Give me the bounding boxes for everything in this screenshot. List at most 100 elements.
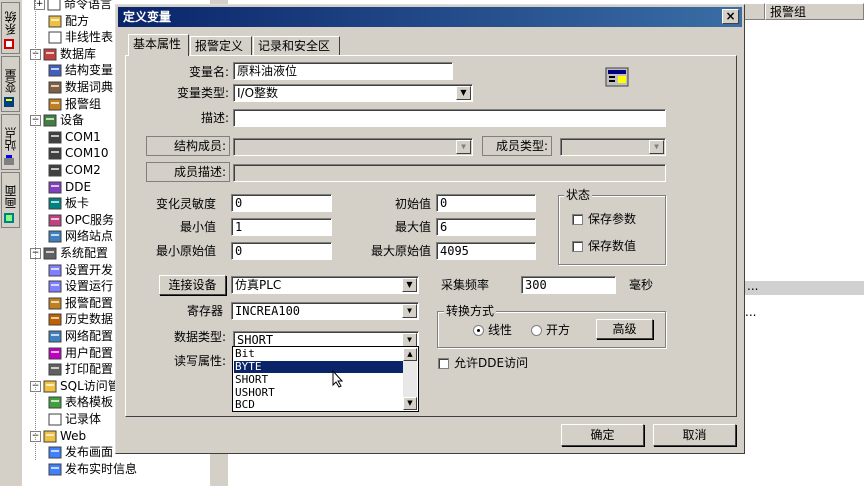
scroll-down-icon[interactable]: ▼ — [403, 397, 417, 410]
tree-item[interactable]: COM2 — [48, 162, 101, 179]
var-type-label: 变量类型: — [176, 86, 229, 100]
tab-alarm-definition[interactable]: 报警定义 — [190, 36, 252, 55]
struct-icon — [48, 64, 62, 77]
vtab-variable[interactable]: 变量 — [1, 56, 20, 112]
initial-value-input[interactable]: 0 — [436, 194, 536, 212]
tree-item[interactable]: 历史数据 — [48, 311, 113, 328]
dropdown-option[interactable]: USHORT — [234, 387, 405, 399]
tree-item[interactable]: 报警配置 — [48, 295, 113, 312]
initial-value-label: 初始值 — [394, 197, 431, 211]
sensitivity-input[interactable]: 0 — [231, 194, 332, 212]
min-value-input[interactable]: 1 — [231, 218, 332, 236]
dropdown-scrollbar[interactable]: ▲ ▼ — [403, 348, 417, 410]
tree-item[interactable]: 板卡 — [48, 195, 89, 212]
state-group-title: 状态 — [564, 188, 593, 202]
save-param-label: 保存参数 — [588, 212, 637, 226]
register-select[interactable]: INCREA100 ▼ — [231, 302, 419, 320]
web-icon — [48, 463, 62, 476]
tree-item[interactable]: 设置运行 — [48, 278, 113, 295]
ok-button[interactable]: 确定 — [561, 424, 644, 446]
system-icon — [4, 38, 17, 50]
chevron-down-icon[interactable]: ▼ — [456, 140, 471, 154]
save-value-checkbox[interactable] — [572, 241, 583, 252]
data-type-dropdown-list[interactable]: Bit BYTE SHORT USHORT BCD ▲ ▼ — [232, 346, 419, 412]
tree-item[interactable]: − 设备 — [30, 112, 84, 129]
tree-item[interactable]: 非线性表 — [48, 29, 113, 46]
tree-item[interactable]: − 数据库 — [30, 46, 96, 63]
max-value-input[interactable]: 6 — [436, 218, 536, 236]
tree-item-label: COM1 — [65, 129, 101, 144]
rw-attribute-label: 读写属性: — [173, 354, 226, 368]
tree-item[interactable]: DDE — [48, 179, 91, 196]
vtab-system[interactable]: 系统 — [1, 2, 20, 54]
min-raw-input[interactable]: 0 — [231, 242, 332, 260]
advanced-button[interactable]: 高级 — [596, 319, 653, 339]
chevron-down-icon[interactable]: ▼ — [402, 333, 417, 347]
sample-freq-input[interactable]: 300 — [521, 276, 616, 294]
tree-item[interactable]: 记录体 — [48, 411, 101, 428]
tree-item[interactable]: 配方 — [48, 13, 89, 30]
dde-icon — [48, 181, 62, 194]
vtab-station[interactable]: 站点 — [1, 114, 20, 170]
variable-browser-icon[interactable] — [605, 67, 629, 87]
dialog-title-bar[interactable]: 定义变量 — [118, 7, 742, 27]
var-type-select[interactable]: I/O整数 ▼ — [233, 84, 473, 102]
list-row-text: ... — [745, 305, 757, 319]
cancel-button[interactable]: 取消 — [653, 424, 736, 446]
tree-item[interactable]: 表格模板 — [48, 394, 113, 411]
tree-item[interactable]: 数据词典 — [48, 79, 113, 96]
tree-item[interactable]: 结构变量 — [48, 62, 113, 79]
tab-record-security[interactable]: 记录和安全区 — [253, 36, 340, 55]
member-desc-input[interactable] — [233, 164, 666, 182]
tree-item[interactable]: 打印配置 — [48, 361, 113, 378]
tree-item[interactable]: 网络配置 — [48, 328, 113, 345]
tree-item[interactable]: COM10 — [48, 145, 108, 162]
tree-item[interactable]: 报警组 — [48, 96, 101, 113]
sqrt-radio[interactable] — [531, 325, 542, 336]
chevron-down-icon[interactable]: ▼ — [402, 278, 417, 292]
chevron-down-icon[interactable]: ▼ — [402, 304, 417, 318]
tree-item-label: 打印配置 — [65, 362, 114, 377]
tree-item[interactable]: 发布实时信息 — [48, 461, 137, 478]
tree-item-label: 报警组 — [65, 96, 102, 111]
vtab-screen[interactable]: 画面 — [1, 172, 20, 228]
chevron-down-icon[interactable]: ▼ — [456, 86, 471, 100]
selected-row[interactable]: ... — [745, 280, 864, 295]
tree-item[interactable]: 用户配置 — [48, 345, 113, 362]
dropdown-option[interactable]: SHORT — [234, 374, 405, 386]
tools-icon — [43, 247, 57, 260]
tree-item[interactable]: COM1 — [48, 129, 101, 146]
tree-item[interactable]: 发布画面 — [48, 444, 113, 461]
tab-basic-label: 基本属性 — [133, 37, 182, 51]
chevron-down-icon[interactable]: ▼ — [649, 140, 664, 154]
allow-dde-checkbox[interactable] — [438, 358, 449, 369]
tree-item[interactable]: − 系统配置 — [30, 245, 108, 262]
column-header-alarm-group[interactable]: 报警组 — [765, 3, 864, 20]
var-name-input[interactable]: 原料油液位 — [233, 62, 453, 80]
dropdown-option[interactable]: BCD — [234, 399, 405, 411]
tree-item[interactable]: − Web — [30, 428, 86, 445]
dropdown-option-selected[interactable]: BYTE — [234, 361, 405, 373]
member-type-select[interactable]: ▼ — [560, 138, 666, 156]
tree-item-label: OPC服务 — [65, 212, 115, 227]
connect-device-button[interactable]: 连接设备 — [159, 275, 226, 295]
variable-icon — [4, 96, 17, 108]
save-param-checkbox[interactable] — [572, 214, 583, 225]
linear-radio[interactable] — [473, 325, 484, 336]
tree-item[interactable]: OPC服务 — [48, 212, 114, 229]
tree-item-label: 历史数据 — [65, 312, 114, 327]
tab-basic-properties[interactable]: 基本属性 — [128, 34, 189, 56]
tree-item[interactable]: 设置开发 — [48, 262, 113, 279]
description-input[interactable] — [233, 109, 666, 127]
table-icon — [48, 396, 62, 409]
scroll-up-icon[interactable]: ▲ — [403, 348, 417, 361]
dropdown-option[interactable]: Bit — [234, 348, 405, 360]
tree-item[interactable]: + 命令语言 — [34, 0, 112, 13]
tree-item[interactable]: − SQL访问管 — [30, 378, 120, 395]
struct-member-select[interactable]: ▼ — [233, 138, 473, 156]
tree-item[interactable]: 网络站点 — [48, 228, 113, 245]
alarm-icon — [48, 98, 62, 111]
close-button[interactable]: × — [722, 9, 739, 24]
max-raw-input[interactable]: 4095 — [436, 242, 536, 260]
device-select[interactable]: 仿真PLC ▼ — [231, 276, 419, 294]
